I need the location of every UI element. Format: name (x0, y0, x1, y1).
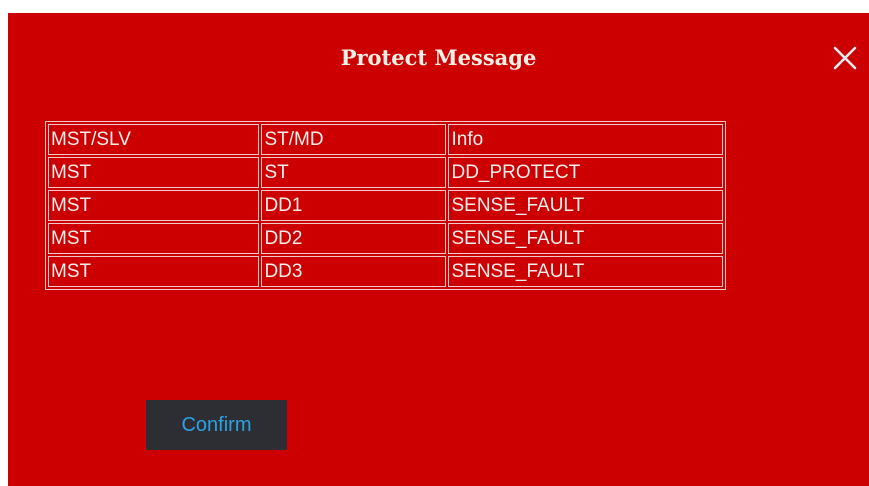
column-header-st-md: ST/MD (261, 124, 447, 155)
table-cell: MST (48, 157, 260, 188)
table-row: MST DD1 SENSE_FAULT (48, 190, 723, 221)
close-button[interactable] (828, 41, 862, 75)
table-cell: MST (48, 223, 260, 254)
column-header-info: Info (448, 124, 723, 155)
table-row: MST DD2 SENSE_FAULT (48, 223, 723, 254)
table-row: MST ST DD_PROTECT (48, 157, 723, 188)
table-cell: SENSE_FAULT (448, 256, 723, 287)
table-cell: DD_PROTECT (448, 157, 723, 188)
table-cell: SENSE_FAULT (448, 223, 723, 254)
table-cell: MST (48, 256, 260, 287)
protect-message-dialog: Protect Message MST/SLV ST/MD Info MST S… (8, 13, 869, 486)
table-cell: ST (261, 157, 447, 188)
table-row: MST DD3 SENSE_FAULT (48, 256, 723, 287)
table-cell: DD3 (261, 256, 447, 287)
protect-table: MST/SLV ST/MD Info MST ST DD_PROTECT MST… (45, 121, 726, 290)
table-cell: SENSE_FAULT (448, 190, 723, 221)
table-cell: DD1 (261, 190, 447, 221)
confirm-button[interactable]: Confirm (146, 400, 287, 450)
dialog-title: Protect Message (340, 45, 537, 70)
column-header-mst-slv: MST/SLV (48, 124, 260, 155)
table-cell: MST (48, 190, 260, 221)
close-icon (833, 46, 857, 70)
table-cell: DD2 (261, 223, 447, 254)
table-header-row: MST/SLV ST/MD Info (48, 124, 723, 155)
